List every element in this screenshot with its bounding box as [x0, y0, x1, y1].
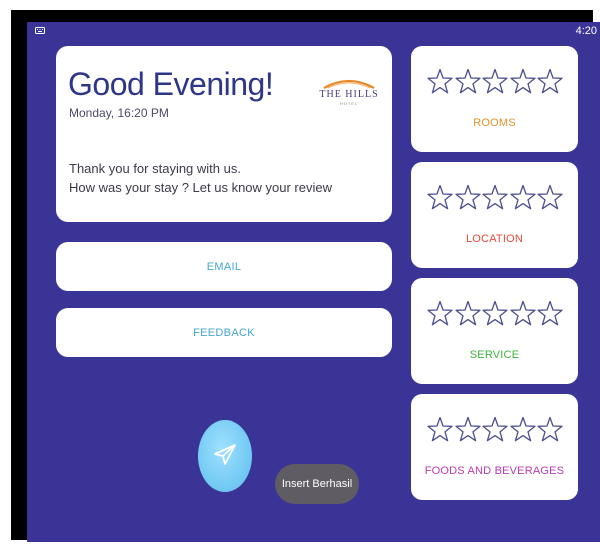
star-icon[interactable]	[427, 415, 453, 443]
star-icon[interactable]	[537, 415, 563, 443]
status-bar: 4:20	[27, 22, 600, 40]
star-icon[interactable]	[509, 183, 536, 211]
star-icon[interactable]	[509, 67, 536, 95]
star-icon[interactable]	[454, 415, 481, 443]
rating-card-location: LOCATION	[411, 162, 578, 268]
rating-label-foods-and-beverages: FOODS AND BEVERAGES	[424, 465, 565, 477]
star-icon[interactable]	[537, 67, 563, 95]
star-icon[interactable]	[509, 299, 536, 327]
star-icon[interactable]	[537, 183, 563, 211]
rating-card-rooms: ROOMS	[411, 46, 578, 152]
hotel-logo: THE HILLS HOTEL	[314, 77, 384, 107]
rating-label-service: SERVICE	[469, 349, 520, 361]
device-frame: 4:20 Good Evening! Monday, 16:20 PM THE …	[11, 10, 600, 542]
star-icon[interactable]	[427, 67, 453, 95]
toast-message: Insert Berhasil	[275, 464, 359, 504]
greeting-date: Monday, 16:20 PM	[69, 106, 169, 120]
rating-card-foods-and-beverages: FOODS AND BEVERAGES	[411, 394, 578, 500]
logo-arc-icon	[323, 79, 375, 89]
star-icon[interactable]	[427, 299, 453, 327]
star-rating	[427, 67, 563, 97]
send-icon	[214, 444, 236, 465]
star-icon[interactable]	[454, 67, 481, 95]
keyboard-icon	[35, 27, 45, 34]
star-rating	[427, 415, 563, 445]
star-icon[interactable]	[482, 415, 508, 443]
app-screen: 4:20 Good Evening! Monday, 16:20 PM THE …	[27, 22, 600, 542]
feedback-button[interactable]: FEEDBACK	[56, 308, 392, 357]
star-icon[interactable]	[427, 183, 453, 211]
star-icon[interactable]	[454, 183, 481, 211]
greeting-title: Good Evening!	[68, 66, 274, 102]
rating-card-service: SERVICE	[411, 278, 578, 384]
star-rating	[427, 183, 563, 213]
star-icon[interactable]	[454, 299, 481, 327]
greeting-message-line2: How was your stay ? Let us know your rev…	[69, 180, 332, 195]
rating-label-location: LOCATION	[465, 233, 523, 245]
logo-text: THE HILLS	[319, 89, 379, 100]
star-icon[interactable]	[509, 415, 536, 443]
email-button[interactable]: EMAIL	[56, 242, 392, 291]
star-icon[interactable]	[482, 299, 508, 327]
status-time: 4:20	[575, 25, 597, 37]
star-icon[interactable]	[482, 183, 508, 211]
greeting-message: Thank you for staying with us. How was y…	[69, 159, 332, 197]
logo-subtext: HOTEL	[339, 101, 359, 106]
greeting-card: Good Evening! Monday, 16:20 PM THE HILLS…	[56, 46, 392, 222]
send-button[interactable]	[198, 420, 252, 492]
rating-label-rooms: ROOMS	[473, 117, 516, 129]
greeting-message-line1: Thank you for staying with us.	[69, 161, 241, 176]
star-rating	[427, 299, 563, 329]
star-icon[interactable]	[537, 299, 563, 327]
star-icon[interactable]	[482, 67, 508, 95]
